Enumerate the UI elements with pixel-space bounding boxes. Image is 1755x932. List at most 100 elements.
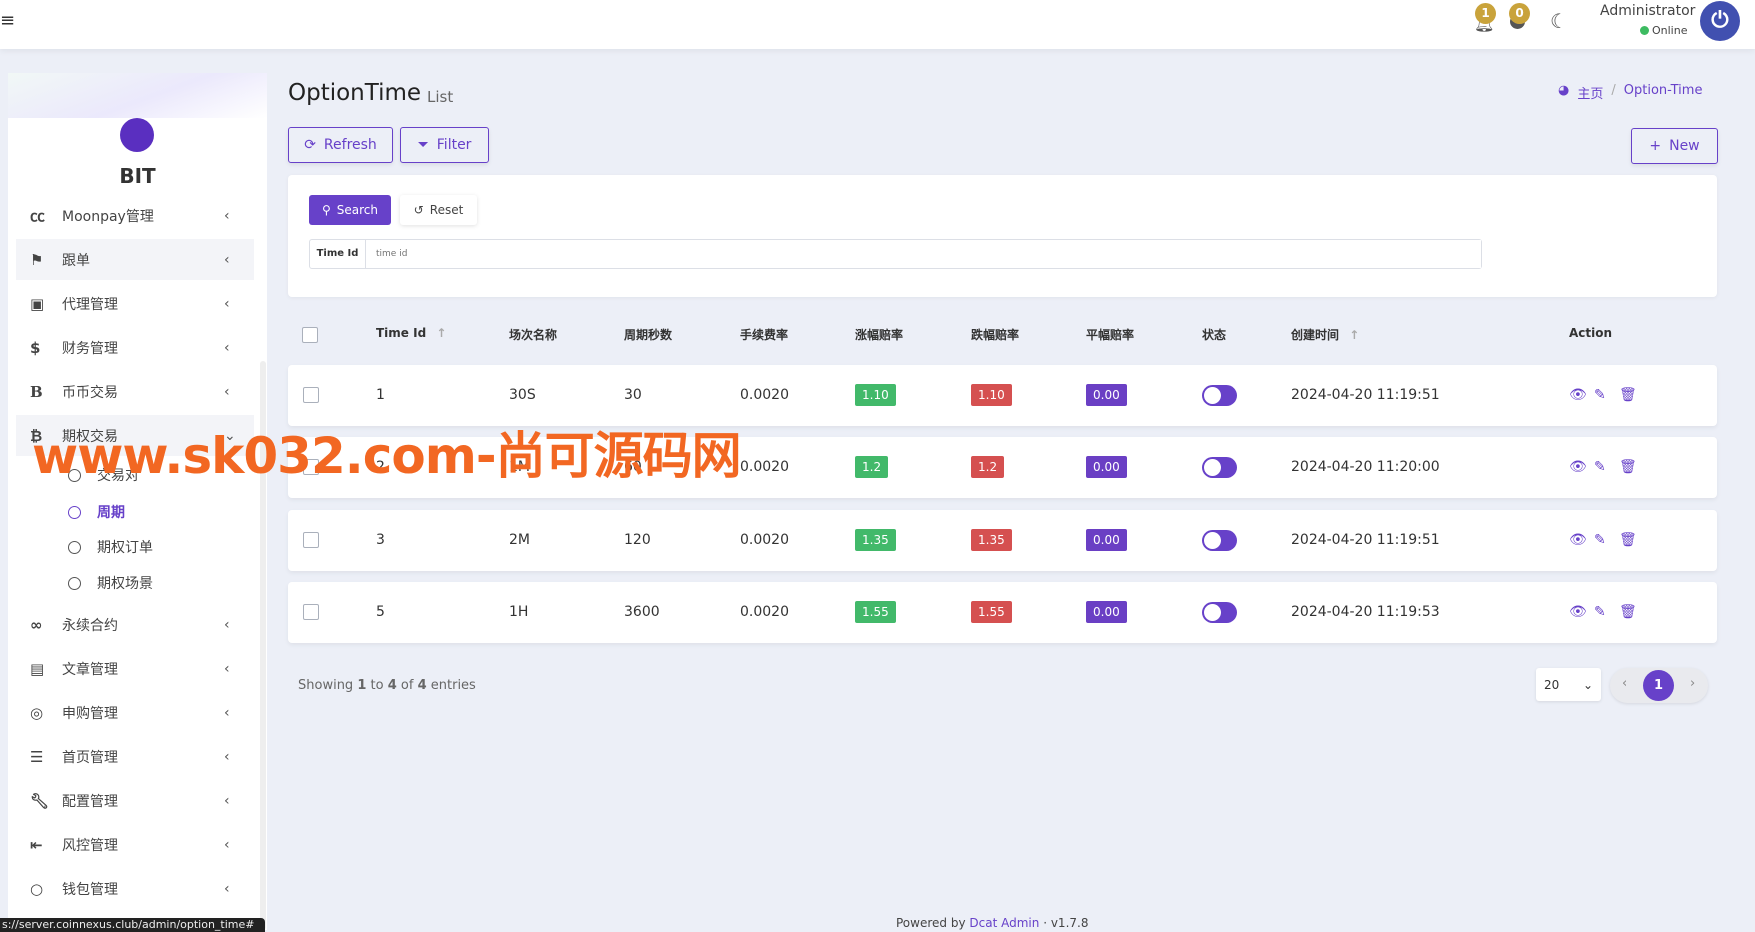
dcat-admin-link[interactable]: Dcat Admin [969, 916, 1039, 930]
status-toggle[interactable] [1202, 457, 1237, 478]
sidebar-item-home[interactable]: ☰ 首页管理 ‹ [16, 736, 254, 777]
sidebar-item-spot[interactable]: B 币币交易 ‹ [16, 371, 254, 412]
filter-icon: ⏷ [417, 137, 429, 153]
sidebar-item-perpetual[interactable]: ∞ 永续合约 ‹ [16, 604, 254, 645]
status-toggle[interactable] [1202, 602, 1237, 623]
column-header-created[interactable]: 创建时间 ↑ [1291, 326, 1359, 343]
new-label: New [1669, 138, 1700, 154]
sidebar-subitem-period[interactable]: 周期 [68, 496, 125, 528]
cell-name: 2M [509, 532, 530, 548]
column-header-name: 场次名称 [509, 328, 558, 342]
view-icon[interactable]: 👁︎ [1569, 437, 1587, 498]
dollar-icon: $ [30, 338, 41, 357]
filter-button[interactable]: ⏷ Filter [400, 127, 489, 163]
circle-icon [68, 505, 81, 519]
sidebar-item-finance[interactable]: $ 财务管理 ‹ [16, 327, 254, 368]
up-odds-badge: 1.35 [855, 529, 896, 551]
reset-button[interactable]: ↺ Reset [400, 195, 477, 225]
showing-text: Showing [298, 678, 354, 693]
status-toggle[interactable] [1202, 530, 1237, 551]
page-subtitle: List [427, 88, 454, 106]
cell-created: 2024-04-20 11:19:53 [1291, 604, 1440, 620]
trash-icon[interactable]: 🗑︎ [1619, 365, 1637, 426]
sidebar-item-config[interactable]: 🔧︎ 配置管理 ‹ [16, 780, 254, 821]
circle-icon [68, 540, 81, 554]
sidebar-subitem-orders[interactable]: 期权订单 [68, 531, 153, 563]
online-dot-icon [1640, 26, 1649, 35]
dashboard-icon: ◕ [1558, 83, 1570, 98]
sort-icon[interactable]: ↑ [436, 326, 446, 340]
breadcrumb-separator: / [1611, 83, 1616, 98]
column-header-status: 状态 [1202, 328, 1227, 342]
chevron-left-icon: ‹ [224, 383, 230, 400]
breadcrumb-home[interactable]: 主页 [1577, 83, 1603, 102]
sidebar-item-wallet[interactable]: ○ 钱包管理 ‹ [16, 868, 254, 909]
chevron-down-icon: ⌄ [1582, 677, 1593, 692]
refresh-button[interactable]: ⟳ Refresh [288, 127, 393, 163]
sidebar-item-subscription[interactable]: ◎ 申购管理 ‹ [16, 692, 254, 733]
moon-icon[interactable]: ☾ [1550, 9, 1568, 33]
chevron-left-icon: ‹ [224, 339, 230, 356]
down-odds-badge: 1.35 [971, 529, 1012, 551]
view-icon[interactable]: 👁︎ [1569, 510, 1587, 571]
sidebar-subitem-scenes[interactable]: 期权场景 [68, 567, 153, 599]
new-button[interactable]: + New [1631, 128, 1718, 164]
sidebar-item-risk[interactable]: ⇤ 风控管理 ‹ [16, 824, 254, 865]
to-value: 4 [387, 678, 397, 693]
edit-icon[interactable]: ✎ [1594, 365, 1606, 426]
next-page-button[interactable]: › [1690, 676, 1695, 691]
status-toggle[interactable] [1202, 385, 1237, 406]
sidebar-item-label: 跟单 [62, 252, 90, 269]
view-icon[interactable]: 👁︎ [1569, 582, 1587, 643]
from-value: 1 [357, 678, 367, 693]
row-checkbox[interactable] [303, 387, 319, 403]
cell-fee: 0.0020 [740, 604, 789, 620]
sort-icon[interactable]: ↑ [1349, 328, 1359, 342]
row-checkbox[interactable] [303, 532, 319, 548]
circle-icon: ○ [30, 879, 44, 898]
search-button[interactable]: ⚲ Search [309, 195, 391, 225]
flat-odds-badge: 0.00 [1086, 601, 1127, 623]
avatar[interactable]: ⏻ [1700, 1, 1740, 41]
prev-page-button[interactable]: ‹ [1622, 676, 1627, 691]
trash-icon[interactable]: 🗑︎ [1619, 582, 1637, 643]
user-name[interactable]: Administrator [1600, 3, 1695, 19]
sidebar-item-moonpay[interactable]: ㏄ Moonpay管理 ‹ [16, 195, 254, 236]
edit-icon[interactable]: ✎ [1594, 582, 1606, 643]
view-icon[interactable]: 👁︎ [1569, 365, 1587, 426]
row-checkbox[interactable] [303, 604, 319, 620]
chevron-left-icon: ‹ [224, 251, 230, 268]
list-icon: ☰ [30, 747, 44, 766]
sidebar-item-agent[interactable]: ▣ 代理管理 ‹ [16, 283, 254, 324]
column-header-seconds: 周期秒数 [624, 328, 673, 342]
up-odds-badge: 1.10 [855, 384, 896, 406]
time-id-input[interactable] [366, 240, 1481, 268]
column-label: Time Id [376, 326, 427, 340]
select-all-checkbox[interactable] [302, 327, 318, 343]
flat-odds-badge: 0.00 [1086, 456, 1127, 478]
edit-icon[interactable]: ✎ [1594, 510, 1606, 571]
table-row: 5 1H 3600 0.0020 1.55 1.55 0.00 2024-04-… [288, 582, 1717, 643]
brand-logo-icon [120, 118, 154, 152]
circle-icon [68, 576, 81, 590]
trash-icon[interactable]: 🗑︎ [1619, 437, 1637, 498]
column-header-time-id[interactable]: Time Id ↑ [376, 326, 446, 340]
chevron-left-icon: ‹ [224, 207, 230, 224]
sidebar-item-label: 永续合约 [62, 617, 118, 634]
sidebar-item-label: 财务管理 [62, 340, 118, 357]
cell-fee: 0.0020 [740, 532, 789, 548]
breadcrumb-current[interactable]: Option-Time [1624, 83, 1703, 102]
sidebar-item-label: 配置管理 [62, 793, 118, 810]
powered-by-text: Powered by [896, 916, 966, 930]
sidebar-item-follow[interactable]: ⚑ 跟单 ‹ [16, 239, 254, 280]
sidebar-item-articles[interactable]: ▤ 文章管理 ‹ [16, 648, 254, 689]
trash-icon[interactable]: 🗑︎ [1619, 510, 1637, 571]
edit-icon[interactable]: ✎ [1594, 437, 1606, 498]
sidebar-item-label: Moonpay管理 [62, 208, 154, 225]
cc-icon: ㏄ [30, 207, 46, 225]
cell-created: 2024-04-20 11:19:51 [1291, 532, 1440, 548]
brand-name[interactable]: BIT [8, 164, 267, 188]
page-1-button[interactable]: 1 [1643, 670, 1674, 701]
hamburger-icon[interactable]: ≡ [0, 10, 15, 31]
per-page-select[interactable]: 20 ⌄ [1536, 668, 1601, 701]
